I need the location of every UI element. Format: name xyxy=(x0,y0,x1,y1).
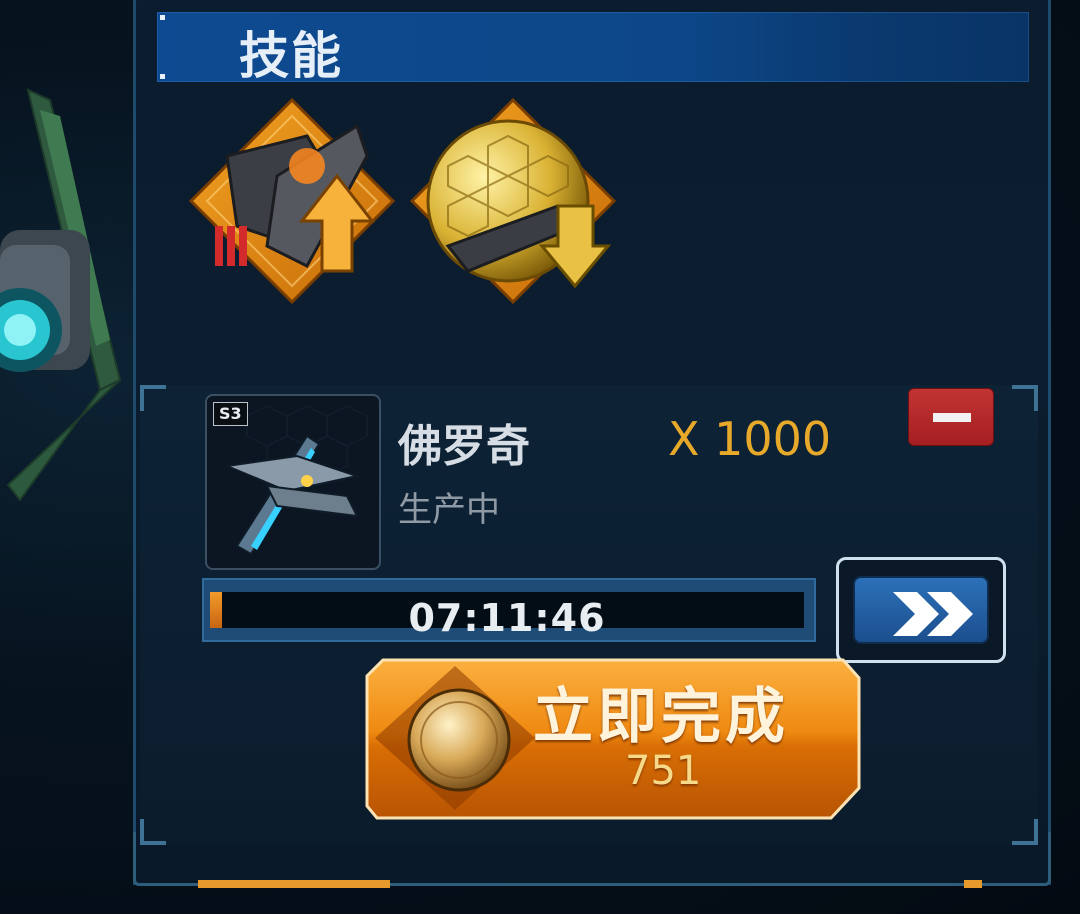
skills-header: 技能 xyxy=(157,12,1029,85)
unit-status: 生产中 xyxy=(398,490,500,530)
skill-defense-down[interactable] xyxy=(408,96,618,306)
bottom-accent-bar xyxy=(964,880,982,888)
bottom-accent-bar xyxy=(198,880,390,888)
gold-coin-icon xyxy=(403,684,515,796)
complete-cost: 751 xyxy=(625,748,702,794)
timer-text: 07:11:46 xyxy=(408,596,606,640)
complete-now-button[interactable]: 立即完成 751 xyxy=(365,658,861,820)
complete-now-label: 立即完成 xyxy=(533,682,789,752)
unit-thumbnail[interactable]: S3 xyxy=(205,394,381,570)
minus-icon xyxy=(933,413,971,422)
unit-name: 佛罗奇 xyxy=(398,421,530,472)
shield-defense-down-icon xyxy=(409,97,617,305)
tier-badge: S3 xyxy=(213,402,248,426)
skill-attack-up[interactable] xyxy=(187,96,397,306)
unit-quantity: X 1000 xyxy=(668,412,832,466)
skills-title: 技能 xyxy=(239,27,343,85)
double-chevron-right-icon xyxy=(893,592,973,636)
panel-bottom-frame xyxy=(133,832,1051,886)
speedup-button[interactable] xyxy=(836,557,1006,663)
remove-from-queue-button[interactable] xyxy=(908,388,994,446)
header-dot xyxy=(160,74,165,79)
production-progress-bar: 07:11:46 xyxy=(202,578,816,642)
space-station-decoration xyxy=(0,80,140,520)
header-dot xyxy=(160,15,165,20)
fleet-attack-up-icon xyxy=(188,97,396,305)
game-screen: 技能 S3 佛罗奇 生产中 X 1000 07:11:46 立即完成 751 xyxy=(0,0,1080,914)
